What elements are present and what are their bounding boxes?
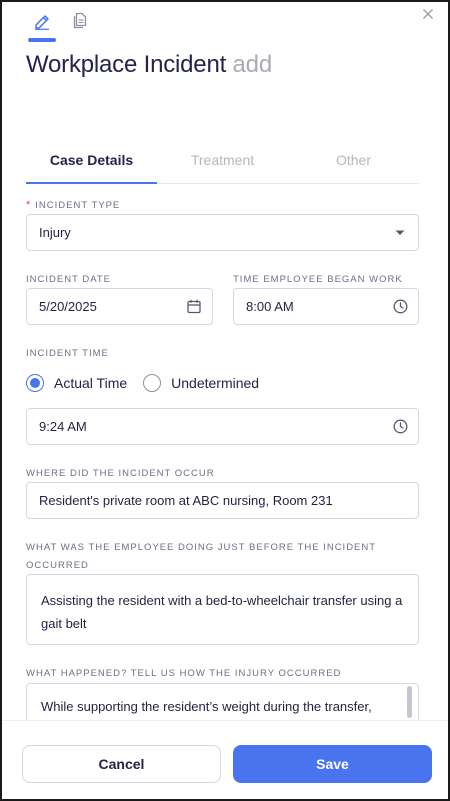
activity-before-textarea[interactable]: Assisting the resident with a bed-to-whe…: [26, 574, 419, 645]
radio-actual-time-label: Actual Time: [54, 375, 128, 391]
incident-type-label-text: INCIDENT TYPE: [35, 200, 121, 211]
incident-type-label: * INCIDENT TYPE: [26, 199, 120, 211]
incident-time-radio-group: Actual Time Undetermined: [26, 371, 275, 395]
radio-actual-time[interactable]: Actual Time: [26, 374, 127, 392]
tab-other[interactable]: Other: [288, 146, 419, 183]
save-button[interactable]: Save: [233, 745, 432, 783]
incident-time-label: INCIDENT TIME: [26, 348, 109, 359]
incident-type-select[interactable]: Injury: [26, 214, 419, 251]
time-began-work-value: 8:00 AM: [246, 299, 294, 314]
location-input[interactable]: Resident's private room at ABC nursing, …: [26, 482, 419, 519]
document-copy-icon: [73, 12, 87, 29]
radio-undetermined[interactable]: Undetermined: [143, 374, 259, 392]
radio-selected-dot: [26, 374, 44, 392]
cancel-button[interactable]: Cancel: [22, 745, 221, 783]
location-label: WHERE DID THE INCIDENT OCCUR: [26, 468, 215, 479]
textarea-scrollbar[interactable]: [407, 686, 412, 718]
what-happened-label: WHAT HAPPENED? TELL US HOW THE INJURY OC…: [26, 668, 342, 679]
tab-case-details[interactable]: Case Details: [26, 146, 157, 184]
time-began-work-label: TIME EMPLOYEE BEGAN WORK: [233, 274, 403, 285]
required-asterisk: *: [26, 199, 32, 211]
tab-bar: Case Details Treatment Other: [26, 146, 419, 184]
activity-before-label: WHAT WAS THE EMPLOYEE DOING JUST BEFORE …: [26, 542, 376, 571]
calendar-icon[interactable]: [176, 289, 212, 324]
close-button[interactable]: [420, 6, 436, 22]
mode-switcher: [26, 10, 88, 42]
chevron-down-icon: [382, 215, 418, 250]
incident-date-field[interactable]: 5/20/2025: [26, 288, 213, 325]
dialog-footer: Cancel Save: [2, 720, 448, 799]
edit-pencil-icon: [35, 15, 49, 30]
incident-time-value: 9:24 AM: [39, 419, 87, 434]
radio-undetermined-label: Undetermined: [171, 375, 260, 391]
page-title-mode: add: [232, 51, 273, 78]
page-title: Workplace Incident add: [26, 51, 272, 79]
what-happened-value: While supporting the resident’s weight d…: [41, 699, 372, 714]
active-mode-indicator: [28, 38, 56, 42]
incident-dialog: Workplace Incident add Case Details Trea…: [0, 0, 450, 801]
edit-mode-button[interactable]: [26, 10, 58, 42]
clock-icon[interactable]: [382, 289, 418, 324]
radio-empty-dot: [143, 374, 162, 392]
document-mode-button[interactable]: [72, 10, 88, 42]
tab-treatment[interactable]: Treatment: [157, 146, 288, 183]
time-began-work-field[interactable]: 8:00 AM: [233, 288, 419, 325]
incident-date-value: 5/20/2025: [39, 299, 97, 314]
close-icon: [423, 9, 433, 19]
incident-date-label: INCIDENT DATE: [26, 274, 111, 285]
location-value: Resident's private room at ABC nursing, …: [39, 493, 333, 508]
page-title-main: Workplace Incident: [26, 51, 227, 78]
incident-type-value: Injury: [39, 225, 71, 240]
clock-icon[interactable]: [382, 409, 418, 444]
incident-time-field[interactable]: 9:24 AM: [26, 408, 419, 445]
